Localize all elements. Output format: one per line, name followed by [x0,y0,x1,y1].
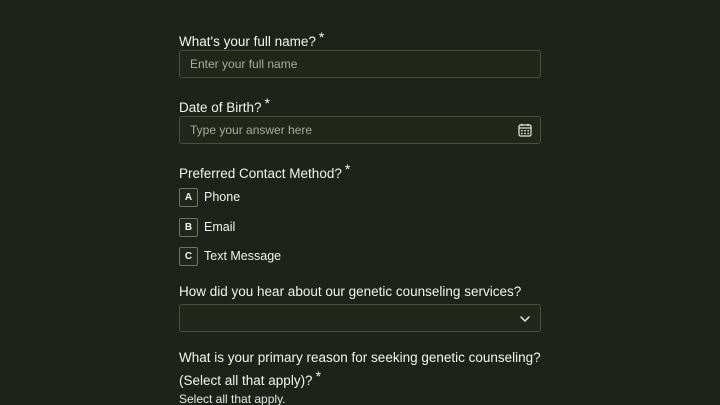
dob-field[interactable] [179,116,541,144]
referral-dropdown[interactable] [179,304,541,332]
option-key-b: B [179,217,198,237]
dob-question: Date of Birth? * [179,94,270,117]
required-asterisk: * [344,161,351,177]
option-key-c: C [179,246,198,266]
calendar-icon[interactable] [518,123,532,137]
referral-question: How did you hear about our genetic couns… [179,282,521,301]
required-asterisk: * [264,95,270,111]
reason-label-line2: (Select all that apply)? [179,373,313,388]
contact-method-question: Preferred Contact Method? * [179,160,350,183]
option-label: Text Message [204,249,282,263]
referral-label: How did you hear about our genetic couns… [179,284,522,299]
contact-option-email[interactable]: B Email [179,217,235,237]
reason-question: What is your primary reason for seeking … [179,348,541,390]
full-name-field[interactable] [179,50,541,78]
contact-option-text-message[interactable]: C Text Message [179,246,281,266]
contact-option-phone[interactable]: A Phone [179,187,240,207]
reason-hint: Select all that apply. [179,392,286,405]
full-name-question: What's your full name? * [179,28,324,51]
option-label: Phone [204,190,241,204]
full-name-label: What's your full name? [179,34,316,49]
contact-method-label: Preferred Contact Method? [179,166,342,181]
dob-label: Date of Birth? [179,100,262,115]
option-key-a: A [179,187,198,207]
required-asterisk: * [318,29,325,45]
dob-input[interactable] [180,117,540,143]
reason-label-line1: What is your primary reason for seeking … [179,350,541,365]
option-label: Email [204,220,236,234]
reason-label-line2-wrap: (Select all that apply)? * [179,367,541,390]
required-asterisk: * [315,368,322,384]
chevron-down-icon[interactable] [519,313,531,325]
full-name-input[interactable] [180,51,540,77]
